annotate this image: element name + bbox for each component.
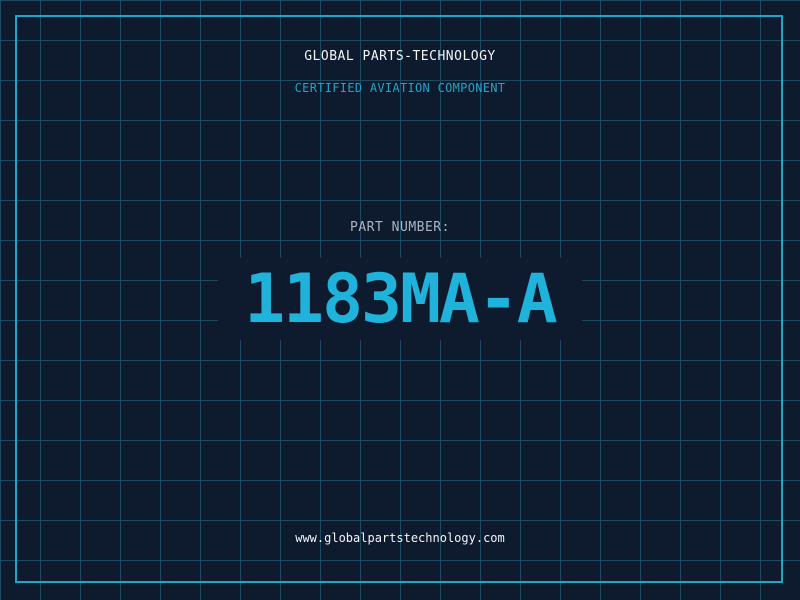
company-name: GLOBAL PARTS-TECHNOLOGY (304, 49, 496, 64)
part-number-label: PART NUMBER: (350, 220, 450, 235)
part-number-value: 1183MA-A (244, 260, 558, 339)
certification-subtitle: CERTIFIED AVIATION COMPONENT (294, 81, 506, 95)
website-url: www.globalpartstechnology.com (295, 531, 505, 545)
